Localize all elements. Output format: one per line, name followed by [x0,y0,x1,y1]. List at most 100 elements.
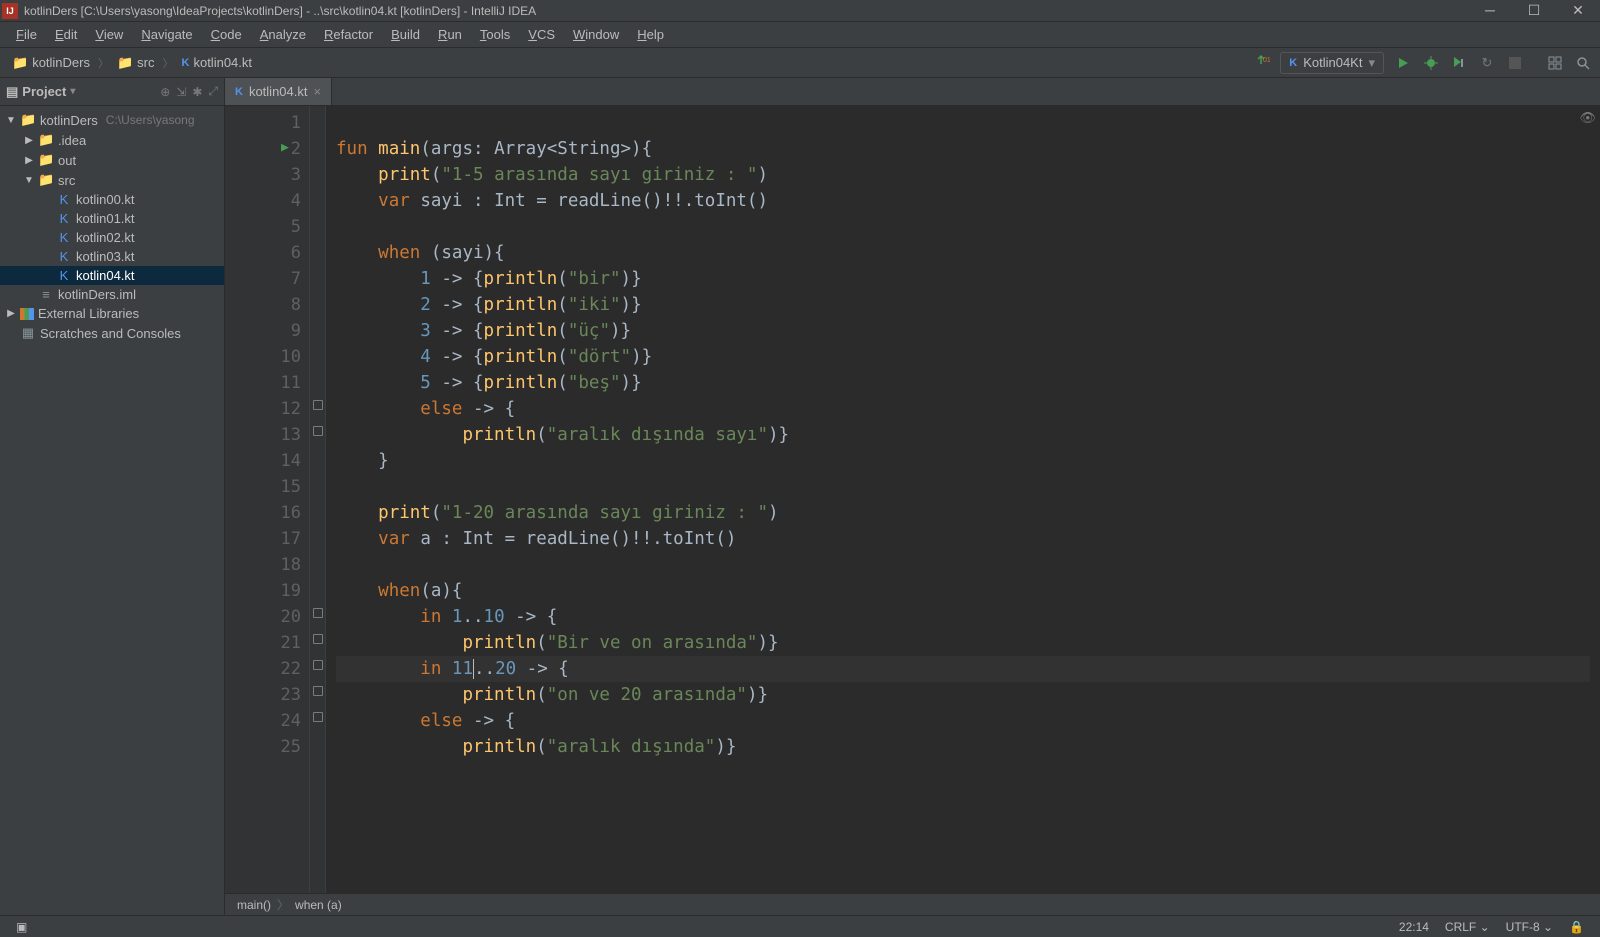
code-line[interactable]: in 1..10 -> { [336,604,1590,630]
collapse-icon[interactable]: ⇲ [176,85,186,99]
gutter-line[interactable]: 16 [229,500,301,526]
code-line[interactable]: print("1-5 arasında sayı giriniz : ") [336,162,1590,188]
tree-row[interactable]: ▦Scratches and Consoles [0,323,224,343]
project-tree[interactable]: ▼📁kotlinDersC:\Users\yasong▶📁.idea▶📁out▼… [0,106,224,915]
close-icon[interactable]: × [314,84,322,99]
file-encoding[interactable]: UTF-8 ⌄ [1498,920,1561,934]
gutter-line[interactable]: 15 [229,474,301,500]
menu-help[interactable]: Help [629,25,672,44]
gutter-line[interactable]: 19 [229,578,301,604]
stop-button[interactable] [1506,54,1524,72]
code-line[interactable]: var sayi : Int = readLine()!!.toInt() [336,188,1590,214]
debug-button[interactable] [1422,54,1440,72]
tree-row[interactable]: Kkotlin03.kt [0,247,224,266]
menu-run[interactable]: Run [430,25,470,44]
code-line[interactable]: 4 -> {println("dört")} [336,344,1590,370]
minimize-button[interactable]: ─ [1480,2,1500,19]
code-line[interactable]: when(a){ [336,578,1590,604]
tree-arrow[interactable]: ▼ [24,175,34,186]
tree-arrow[interactable]: ▶ [6,308,16,319]
code-line[interactable]: 2 -> {println("iki")} [336,292,1590,318]
fold-mark[interactable] [313,634,323,644]
gutter-line[interactable]: 1 [229,110,301,136]
gutter-line[interactable]: 23 [229,682,301,708]
fold-mark[interactable] [313,426,323,436]
editor-breadcrumbs[interactable]: main()〉when (a) [225,893,1600,915]
fold-mark[interactable] [313,712,323,722]
gutter-line[interactable]: 4 [229,188,301,214]
menu-tools[interactable]: Tools [472,25,518,44]
gutter-line[interactable]: 12 [229,396,301,422]
tree-arrow[interactable]: ▶ [24,155,34,166]
editor-crumb[interactable]: main() [237,898,271,912]
fold-column[interactable] [310,106,326,893]
code-line[interactable]: println("on ve 20 arasında")} [336,682,1590,708]
code-line[interactable]: when (sayi){ [336,240,1590,266]
hide-icon[interactable]: ⤢ [208,84,218,99]
rerun-button[interactable]: ↻ [1478,54,1496,72]
tool-window-button[interactable]: ▣ [8,920,35,934]
gutter-line[interactable]: 21 [229,630,301,656]
code-line[interactable]: 1 -> {println("bir")} [336,266,1590,292]
gutter-line[interactable]: 5 [229,214,301,240]
gutter-line[interactable]: 2 [229,136,301,162]
gutter-line[interactable]: 17 [229,526,301,552]
tree-row[interactable]: ▼📁kotlinDersC:\Users\yasong [0,110,224,130]
run-button[interactable] [1394,54,1412,72]
editor-tab[interactable]: K kotlin04.kt × [225,78,332,105]
code-line[interactable]: println("aralık dışında sayı")} [336,422,1590,448]
cursor-position[interactable]: 22:14 [1391,920,1437,934]
code-line[interactable]: println("aralık dışında")} [336,734,1590,760]
structure-button[interactable] [1546,54,1564,72]
code-line[interactable]: } [336,448,1590,474]
code-line[interactable]: print("1-20 arasında sayı giriniz : ") [336,500,1590,526]
breadcrumb-item[interactable]: 📁kotlinDers [8,53,94,73]
tree-row[interactable]: Kkotlin02.kt [0,228,224,247]
code-line[interactable] [336,474,1590,500]
menu-view[interactable]: View [87,25,131,44]
inspection-eye-icon[interactable]: 👁 [1579,110,1596,126]
gutter-line[interactable]: 9 [229,318,301,344]
breadcrumb-item[interactable]: 📁src [113,53,159,73]
code-line[interactable]: var a : Int = readLine()!!.toInt() [336,526,1590,552]
menu-vcs[interactable]: VCS [520,25,563,44]
gutter-line[interactable]: 18 [229,552,301,578]
code-line[interactable] [336,552,1590,578]
project-panel-title[interactable]: ▤ Project ▾ [6,84,154,100]
menu-window[interactable]: Window [565,25,627,44]
fold-mark[interactable] [313,400,323,410]
menu-file[interactable]: File [8,25,45,44]
gutter[interactable]: ▶ 12345678910111213141516171819202122232… [225,106,310,893]
fold-mark[interactable] [313,660,323,670]
code-line[interactable]: 3 -> {println("üç")} [336,318,1590,344]
gutter-line[interactable]: 7 [229,266,301,292]
line-separator[interactable]: CRLF ⌄ [1437,920,1498,934]
code-line[interactable]: fun main(args: Array<String>){ [336,136,1590,162]
menu-edit[interactable]: Edit [47,25,85,44]
readonly-lock-icon[interactable]: 🔒 [1561,920,1592,934]
close-button[interactable]: ✕ [1568,2,1588,19]
coverage-button[interactable] [1450,54,1468,72]
locate-icon[interactable]: ⊕ [160,85,170,99]
menu-code[interactable]: Code [203,25,250,44]
maximize-button[interactable]: ☐ [1524,2,1544,19]
editor-crumb[interactable]: when (a) [295,898,342,912]
code-line[interactable] [336,214,1590,240]
tree-arrow[interactable]: ▼ [6,115,16,126]
breadcrumb-item[interactable]: Kkotlin04.kt [178,53,257,72]
code-line[interactable]: else -> { [336,708,1590,734]
settings-icon[interactable]: ✱ [192,85,202,99]
code-line[interactable]: else -> { [336,396,1590,422]
gutter-line[interactable]: 6 [229,240,301,266]
fold-mark[interactable] [313,608,323,618]
code-line[interactable]: in 11..20 -> { [336,656,1590,682]
run-config-selector[interactable]: K Kotlin04Kt ▾ [1280,52,1384,74]
tree-row[interactable]: ▼📁src [0,170,224,190]
tree-row[interactable]: ▶📁.idea [0,130,224,150]
menu-navigate[interactable]: Navigate [133,25,200,44]
code-editor[interactable]: fun main(args: Array<String>){ print("1-… [326,106,1600,893]
gutter-line[interactable]: 3 [229,162,301,188]
tree-row[interactable]: Kkotlin04.kt [0,266,224,285]
gutter-line[interactable]: 20 [229,604,301,630]
gutter-line[interactable]: 11 [229,370,301,396]
